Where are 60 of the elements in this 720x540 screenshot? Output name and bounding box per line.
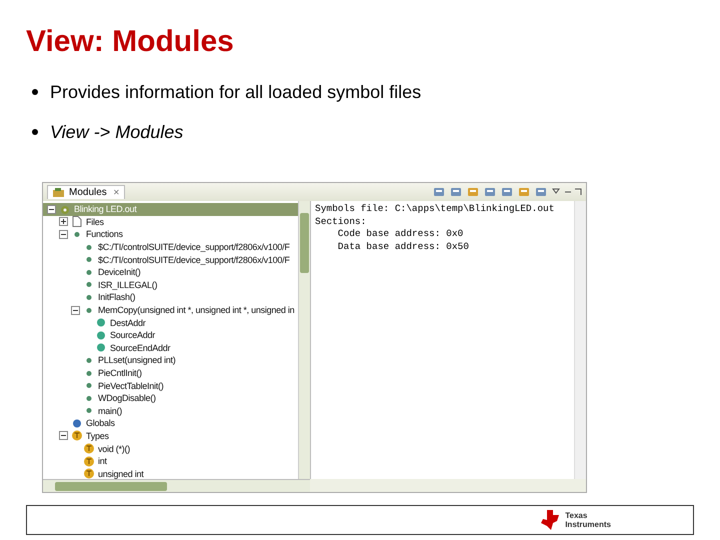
toolbar-icon[interactable] — [433, 186, 446, 198]
logo-icon — [539, 509, 562, 531]
toggle-icon[interactable] — [47, 204, 56, 214]
close-icon[interactable]: ✕ — [112, 188, 120, 197]
dot-icon — [95, 342, 107, 354]
tree-item[interactable]: MemCopy(unsigned int *, unsigned int *, unsigned in — [43, 304, 298, 316]
toolbar-icon[interactable] — [501, 186, 514, 198]
details-line: Code base address: 0x0 — [336, 228, 464, 240]
toggle-icon[interactable] — [71, 306, 80, 315]
details-line: Sections: — [315, 216, 368, 228]
scrollbar[interactable] — [298, 201, 310, 479]
toolbar-icon[interactable] — [467, 186, 480, 198]
slide-title: View: Modules — [26, 24, 235, 60]
dot-icon — [95, 317, 107, 328]
tree-item[interactable]: Globals — [43, 417, 298, 430]
toggle-icon[interactable] — [59, 217, 68, 226]
scrollbar[interactable] — [574, 201, 586, 479]
view-menu-icon[interactable] — [552, 187, 582, 197]
toolbar-icon[interactable] — [484, 186, 497, 198]
bullet-text: View -> Modules — [50, 122, 184, 142]
tree-item[interactable]: InitFlash() — [43, 291, 298, 304]
logo-text: Texas — [565, 511, 588, 520]
toolbar-icon[interactable] — [535, 186, 548, 198]
tree-item[interactable]: Functions — [43, 228, 298, 241]
tree-item[interactable]: PieVectTableInit() — [43, 379, 298, 392]
tree-item[interactable]: $C:/TI/controlSUITE/device_support/f2806x/v100/F — [43, 240, 298, 254]
details-line: Data base address: 0x50 — [336, 240, 470, 253]
tree-item[interactable]: main() — [43, 404, 298, 418]
tree-item[interactable]: Types — [43, 430, 298, 442]
module-icon — [52, 187, 66, 198]
tree-item[interactable]: WDogDisable() — [43, 392, 298, 404]
dot-icon — [95, 330, 107, 341]
modules-tab[interactable]: Modules ✕ — [47, 185, 125, 199]
bullet-text: Provides information for all loaded symbol files — [50, 82, 422, 102]
tree-item[interactable]: int — [43, 454, 298, 468]
type-icon — [83, 468, 95, 479]
toolbar-icon[interactable] — [518, 186, 531, 198]
type-icon — [71, 430, 83, 442]
type-icon — [83, 443, 95, 454]
details-line: Symbols file: C:\apps\temp\BlinkingLED.out — [315, 203, 556, 216]
dot-icon — [71, 418, 83, 429]
tree-item[interactable]: Files — [43, 216, 298, 228]
tree-item[interactable]: PLLset(unsigned int) — [43, 354, 298, 367]
bullet-icon — [32, 129, 38, 135]
scrollbar[interactable] — [43, 479, 310, 492]
tree-item[interactable]: DeviceInit() — [43, 266, 298, 279]
tree-item[interactable]: PieCntlInit() — [43, 366, 298, 380]
bullet-icon — [32, 89, 38, 95]
toggle-icon[interactable] — [59, 431, 68, 440]
tree-item[interactable]: $C:/TI/controlSUITE/device_support/f2806x/v100/F — [43, 253, 298, 266]
toolbar-icon[interactable] — [450, 186, 463, 198]
tree-item[interactable]: void (*)() — [43, 442, 298, 455]
tree-item[interactable]: ISR_ILLEGAL() — [43, 278, 298, 292]
tree-item[interactable]: DestAddr — [43, 316, 298, 329]
tree-item[interactable]: SourceAddr — [43, 328, 298, 342]
logo-text: Instruments — [565, 520, 611, 529]
toggle-icon[interactable] — [59, 230, 68, 239]
tree-item[interactable]: unsigned int — [43, 467, 298, 479]
type-icon — [83, 456, 95, 467]
tree-item[interactable]: SourceEndAddr — [43, 342, 298, 354]
